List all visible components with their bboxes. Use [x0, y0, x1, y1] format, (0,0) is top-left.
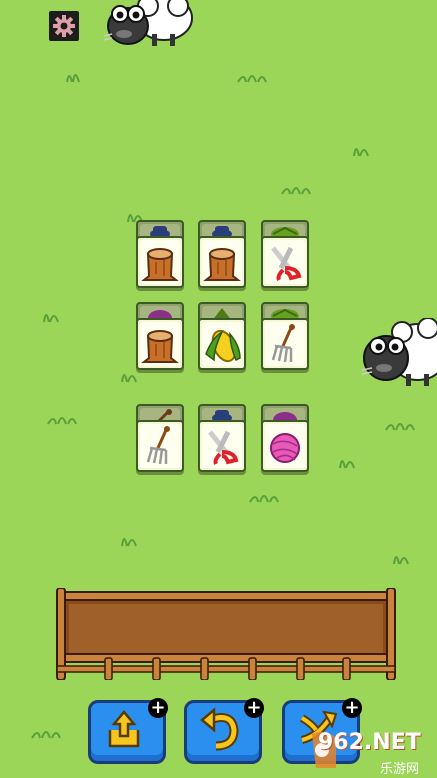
watermark-brand: 962.NET [318, 730, 421, 755]
watermark-sub: 乐游网 [380, 762, 420, 777]
slot-bar [56, 588, 396, 680]
grass-decoration [31, 731, 61, 739]
grass-decoration [47, 417, 77, 425]
stump-icon [203, 248, 241, 281]
tile-pitchfork[interactable] [136, 420, 184, 472]
yarn-icon [270, 433, 300, 463]
tile-stump[interactable] [136, 318, 184, 370]
shears-icon [208, 430, 239, 465]
grass-decoration [339, 460, 355, 469]
pitchfork-icon [146, 426, 170, 465]
grass-decoration [353, 148, 369, 157]
grass-decoration [237, 75, 267, 83]
tile-pitchfork[interactable] [261, 318, 309, 370]
game-stage: + + + 962.NET 乐游网 [0, 0, 437, 778]
grass-decoration [121, 538, 137, 547]
shuffle-plus-badge[interactable]: + [342, 698, 362, 718]
tile-stump[interactable] [136, 236, 184, 288]
tile-shears[interactable] [198, 420, 246, 472]
shears-icon [271, 246, 302, 281]
tile-shears[interactable] [261, 236, 309, 288]
undo-plus-badge[interactable]: + [244, 698, 264, 718]
tile-yarn[interactable] [261, 420, 309, 472]
tile-corn[interactable] [198, 318, 246, 370]
grass-decoration [66, 74, 80, 83]
settings-button[interactable] [49, 11, 79, 41]
grass-decoration [249, 495, 279, 503]
sheep-icon [103, 0, 193, 46]
grass-decoration [385, 423, 415, 431]
grass-decoration [43, 314, 59, 323]
sheep-icon [361, 318, 437, 386]
stump-icon [141, 330, 179, 363]
grass-decoration [281, 187, 311, 195]
remove-tiles-plus-badge[interactable]: + [148, 698, 168, 718]
gear-icon [53, 15, 75, 37]
grass-decoration [393, 556, 409, 565]
pitchfork-icon [271, 324, 295, 363]
tile-stump[interactable] [198, 236, 246, 288]
corn-icon [205, 329, 241, 363]
stump-icon [141, 248, 179, 281]
